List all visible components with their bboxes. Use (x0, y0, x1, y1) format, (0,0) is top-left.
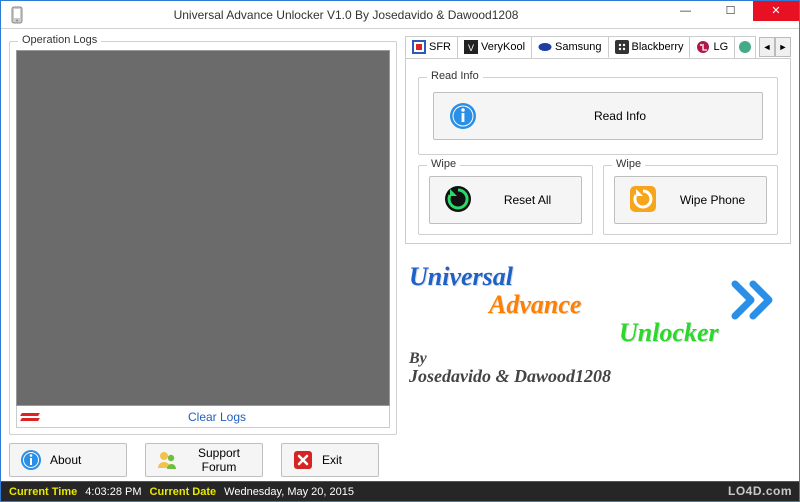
right-panel: SFR V VeryKool Samsung Blackberry LG (405, 35, 791, 481)
tab-verykool-label: VeryKool (481, 41, 525, 53)
wipe1-label: Wipe (427, 158, 460, 170)
read-info-button[interactable]: Read Info (433, 92, 763, 140)
tab-blackberry[interactable]: Blackberry (608, 36, 691, 58)
status-date-label: Current Date (150, 486, 217, 498)
clear-logs-button[interactable]: Clear Logs (45, 410, 389, 424)
operation-logs-group: Operation Logs Clear Logs (9, 41, 397, 435)
people-icon (156, 449, 178, 471)
tab-scroll-right[interactable]: ► (775, 37, 791, 57)
support-label: Support Forum (186, 446, 252, 474)
read-info-label: Read Info (492, 109, 748, 123)
exit-button[interactable]: Exit (281, 443, 379, 477)
clear-logs-icon (17, 410, 45, 424)
info-icon (20, 449, 42, 471)
samsung-icon (538, 40, 552, 54)
lg-icon (696, 40, 710, 54)
wipe-phone-label: Wipe Phone (673, 193, 752, 207)
tab-lg[interactable]: LG (689, 36, 735, 58)
left-panel: Operation Logs Clear Logs About (9, 35, 397, 481)
wipe-row: Wipe Reset All Wipe (418, 165, 778, 235)
verykool-icon: V (464, 40, 478, 54)
tab-sfr-label: SFR (429, 41, 451, 53)
tab-lg-label: LG (713, 41, 728, 53)
close-button[interactable]: ✕ (753, 1, 799, 21)
tab-sfr[interactable]: SFR (405, 36, 458, 58)
minimize-button[interactable]: — (663, 1, 708, 21)
bottom-button-row: About Support Forum Exit (9, 443, 397, 481)
app-icon (5, 3, 29, 27)
content-area: Operation Logs Clear Logs About (1, 29, 799, 481)
tab-samsung[interactable]: Samsung (531, 36, 608, 58)
operation-logs-label: Operation Logs (18, 34, 101, 46)
exit-icon (292, 449, 314, 471)
blackberry-icon (615, 40, 629, 54)
wipe2-label: Wipe (612, 158, 645, 170)
read-info-group: Read Info Read Info (418, 77, 778, 155)
reset-all-label: Reset All (488, 193, 567, 207)
reset-all-button[interactable]: Reset All (429, 176, 582, 224)
maximize-button[interactable]: ☐ (708, 1, 753, 21)
read-info-group-label: Read Info (427, 70, 483, 82)
branding-area: Universal Advance Unlocker By Josedavido… (405, 262, 791, 392)
app-window: Universal Advance Unlocker V1.0 By Josed… (0, 0, 800, 502)
forward-arrows-icon (731, 280, 781, 320)
status-date-value: Wednesday, May 20, 2015 (224, 486, 354, 498)
byline-authors: Josedavido & Dawood1208 (409, 366, 791, 387)
wipe-phone-button[interactable]: Wipe Phone (614, 176, 767, 224)
overflow-icon (738, 40, 752, 54)
status-time-value: 4:03:28 PM (85, 486, 141, 498)
tab-verykool[interactable]: V VeryKool (457, 36, 532, 58)
logs-textarea[interactable] (16, 50, 390, 406)
window-controls: — ☐ ✕ (663, 1, 799, 21)
tab-content-blackberry: Read Info Read Info Wipe (405, 59, 791, 244)
tab-overflow[interactable] (734, 36, 756, 58)
wipe-phone-group: Wipe Wipe Phone (603, 165, 778, 235)
about-button[interactable]: About (9, 443, 127, 477)
svg-text:V: V (468, 43, 474, 53)
refresh-icon (444, 185, 474, 215)
status-time-label: Current Time (9, 486, 77, 498)
tab-blackberry-label: Blackberry (632, 41, 684, 53)
tab-scroll-left[interactable]: ◄ (759, 37, 775, 57)
brand-line3: Unlocker (619, 318, 791, 348)
tab-samsung-label: Samsung (555, 41, 601, 53)
info-icon (448, 101, 478, 131)
clear-logs-row: Clear Logs (16, 406, 390, 428)
statusbar: Current Time 4:03:28 PM Current Date Wed… (1, 481, 799, 501)
support-forum-button[interactable]: Support Forum (145, 443, 263, 477)
sfr-icon (412, 40, 426, 54)
reload-icon (629, 185, 659, 215)
window-title: Universal Advance Unlocker V1.0 By Josed… (29, 8, 663, 22)
tabs-row: SFR V VeryKool Samsung Blackberry LG (405, 35, 791, 59)
tab-scroll: ◄ ► (759, 37, 791, 57)
exit-label: Exit (322, 453, 342, 467)
about-label: About (50, 453, 81, 467)
wipe-reset-group: Wipe Reset All (418, 165, 593, 235)
titlebar[interactable]: Universal Advance Unlocker V1.0 By Josed… (1, 1, 799, 29)
